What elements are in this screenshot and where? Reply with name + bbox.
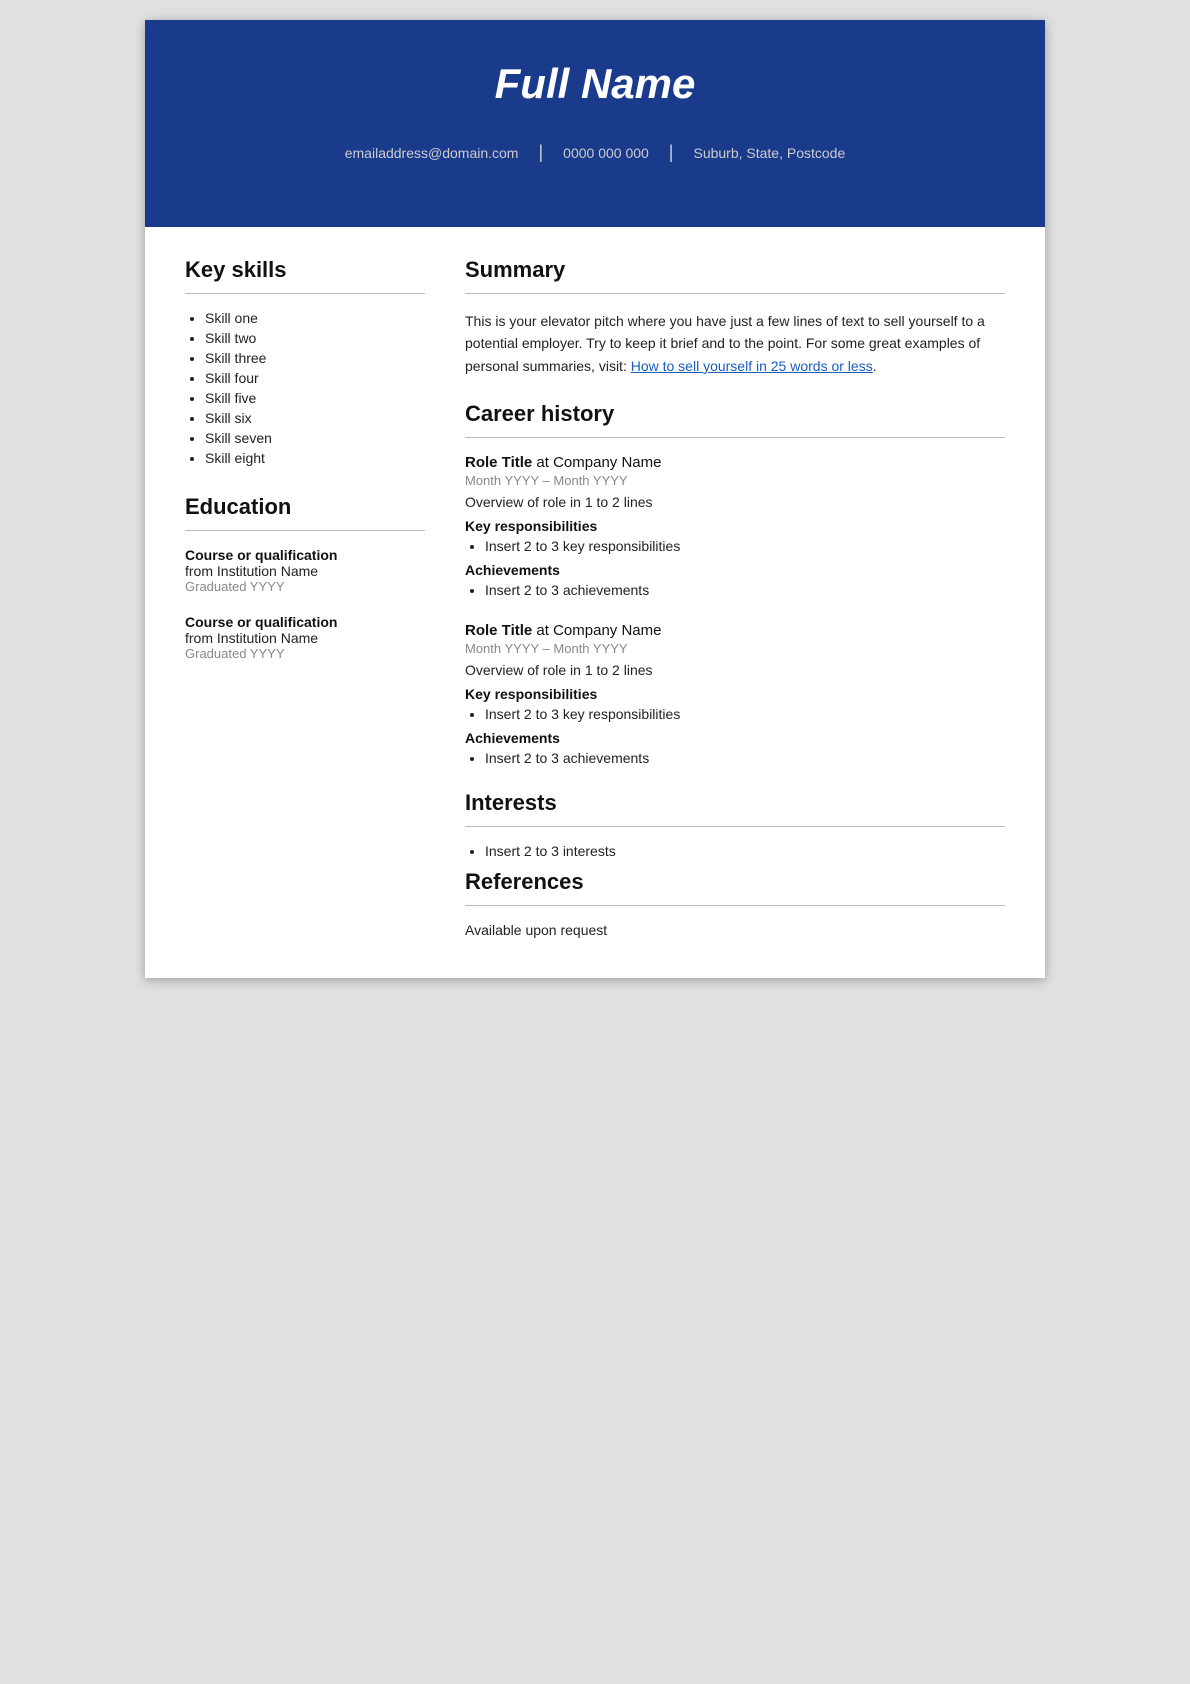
references-divider bbox=[465, 905, 1005, 906]
job-overview-2: Overview of role in 1 to 2 lines bbox=[465, 662, 1005, 678]
job-entry-1: Role Title at Company Name Month YYYY – … bbox=[465, 454, 1005, 598]
separator-1: | bbox=[538, 142, 543, 163]
list-item: Insert 2 to 3 achievements bbox=[485, 750, 1005, 766]
full-name: Full Name bbox=[205, 60, 985, 128]
career-divider bbox=[465, 437, 1005, 438]
summary-section: Summary This is your elevator pitch wher… bbox=[465, 257, 1005, 377]
interests-title: Interests bbox=[465, 790, 1005, 816]
list-item: Insert 2 to 3 interests bbox=[485, 843, 1005, 859]
summary-divider bbox=[465, 293, 1005, 294]
summary-text-after: . bbox=[873, 358, 877, 374]
edu-course-2: Course or qualification bbox=[185, 614, 425, 630]
job-resp-list-2: Insert 2 to 3 key responsibilities bbox=[465, 706, 1005, 722]
email: emailaddress@domain.com bbox=[345, 145, 519, 161]
contact-bar: emailaddress@domain.com | 0000 000 000 |… bbox=[205, 128, 985, 177]
job-role-bold-1: Role Title bbox=[465, 454, 532, 471]
education-section: Education Course or qualification from I… bbox=[185, 494, 425, 661]
edu-graduated-2: Graduated YYYY bbox=[185, 646, 425, 661]
skills-divider bbox=[185, 293, 425, 294]
header-diagonal bbox=[205, 177, 985, 227]
job-resp-list-1: Insert 2 to 3 key responsibilities bbox=[465, 538, 1005, 554]
list-item: Insert 2 to 3 achievements bbox=[485, 582, 1005, 598]
list-item: Skill one bbox=[205, 310, 425, 326]
list-item: Skill seven bbox=[205, 430, 425, 446]
list-item: Skill eight bbox=[205, 450, 425, 466]
list-item: Skill four bbox=[205, 370, 425, 386]
list-item: Skill two bbox=[205, 330, 425, 346]
main-content: Key skills Skill one Skill two Skill thr… bbox=[145, 227, 1045, 978]
edu-entry-2: Course or qualification from Institution… bbox=[185, 614, 425, 661]
job-ach-title-2: Achievements bbox=[465, 730, 1005, 746]
job-entry-2: Role Title at Company Name Month YYYY – … bbox=[465, 622, 1005, 766]
interests-section: Interests Insert 2 to 3 interests bbox=[465, 790, 1005, 859]
interests-divider bbox=[465, 826, 1005, 827]
education-title: Education bbox=[185, 494, 425, 520]
edu-course-1: Course or qualification bbox=[185, 547, 425, 563]
references-text: Available upon request bbox=[465, 922, 1005, 938]
education-divider bbox=[185, 530, 425, 531]
list-item: Insert 2 to 3 key responsibilities bbox=[485, 538, 1005, 554]
location: Suburb, State, Postcode bbox=[693, 145, 845, 161]
right-column: Summary This is your elevator pitch wher… bbox=[465, 257, 1005, 938]
left-column: Key skills Skill one Skill two Skill thr… bbox=[185, 257, 425, 938]
skills-section: Key skills Skill one Skill two Skill thr… bbox=[185, 257, 425, 466]
edu-graduated-1: Graduated YYYY bbox=[185, 579, 425, 594]
summary-text: This is your elevator pitch where you ha… bbox=[465, 310, 1005, 377]
job-ach-title-1: Achievements bbox=[465, 562, 1005, 578]
job-role-rest-1: at Company Name bbox=[532, 454, 661, 471]
job-ach-list-1: Insert 2 to 3 achievements bbox=[465, 582, 1005, 598]
skills-title: Key skills bbox=[185, 257, 425, 283]
edu-institution-2: from Institution Name bbox=[185, 630, 425, 646]
separator-2: | bbox=[669, 142, 674, 163]
skills-list: Skill one Skill two Skill three Skill fo… bbox=[185, 310, 425, 466]
job-overview-1: Overview of role in 1 to 2 lines bbox=[465, 494, 1005, 510]
phone: 0000 000 000 bbox=[563, 145, 649, 161]
job-role-rest-2: at Company Name bbox=[532, 622, 661, 639]
career-title: Career history bbox=[465, 401, 1005, 427]
list-item: Insert 2 to 3 key responsibilities bbox=[485, 706, 1005, 722]
summary-link[interactable]: How to sell yourself in 25 words or less bbox=[631, 358, 873, 374]
resume-page: Full Name emailaddress@domain.com | 0000… bbox=[145, 20, 1045, 978]
summary-title: Summary bbox=[465, 257, 1005, 283]
references-title: References bbox=[465, 869, 1005, 895]
job-title-line-1: Role Title at Company Name bbox=[465, 454, 1005, 471]
edu-entry-1: Course or qualification from Institution… bbox=[185, 547, 425, 594]
interests-list: Insert 2 to 3 interests bbox=[465, 843, 1005, 859]
list-item: Skill three bbox=[205, 350, 425, 366]
list-item: Skill six bbox=[205, 410, 425, 426]
references-section: References Available upon request bbox=[465, 869, 1005, 938]
job-role-bold-2: Role Title bbox=[465, 622, 532, 639]
header: Full Name emailaddress@domain.com | 0000… bbox=[145, 20, 1045, 227]
career-section: Career history Role Title at Company Nam… bbox=[465, 401, 1005, 766]
job-title-line-2: Role Title at Company Name bbox=[465, 622, 1005, 639]
edu-institution-1: from Institution Name bbox=[185, 563, 425, 579]
job-resp-title-1: Key responsibilities bbox=[465, 518, 1005, 534]
job-ach-list-2: Insert 2 to 3 achievements bbox=[465, 750, 1005, 766]
list-item: Skill five bbox=[205, 390, 425, 406]
job-dates-1: Month YYYY – Month YYYY bbox=[465, 473, 1005, 488]
job-dates-2: Month YYYY – Month YYYY bbox=[465, 641, 1005, 656]
job-resp-title-2: Key responsibilities bbox=[465, 686, 1005, 702]
